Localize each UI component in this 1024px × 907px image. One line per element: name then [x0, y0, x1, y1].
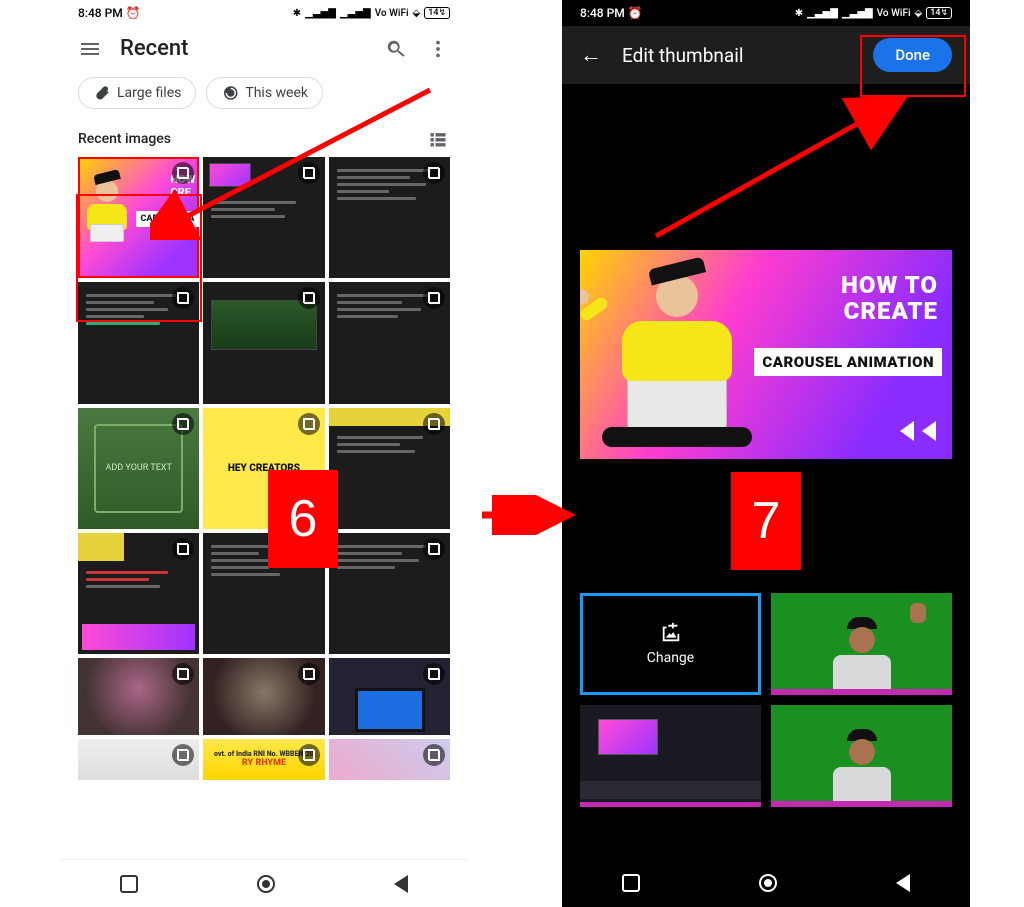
page-title: Edit thumbnail — [622, 44, 853, 67]
change-label: Change — [647, 650, 694, 666]
alarm-icon: ⏰ — [628, 6, 643, 20]
image-tile[interactable]: ovt. of India RNI No. WBBEN/20 RY RHYME — [203, 739, 324, 779]
step-badge: 7 — [731, 472, 801, 570]
change-thumbnail-button[interactable]: Change — [580, 593, 761, 695]
chip-label: Large files — [117, 85, 181, 101]
status-right: ✱ ▁▃▅▇ ▁▃▅▇ Vo WiFi ⬙ 14↯ — [293, 7, 450, 19]
image-tile[interactable]: ADD YOUR TEXT — [78, 408, 199, 529]
thumbnail-preview-wrap: HOW TO CREATE CAROUSEL ANIMATION — [562, 240, 970, 469]
expand-icon[interactable] — [298, 162, 320, 184]
chip-label: This week — [245, 85, 308, 101]
wifi-icon: ⬙ — [413, 8, 421, 19]
thumbnail-option[interactable] — [771, 705, 952, 807]
nav-recents-icon[interactable] — [120, 875, 138, 893]
thumbnail-option[interactable] — [580, 705, 761, 807]
thumbnail-options: Change — [562, 579, 970, 821]
image-tile[interactable] — [329, 157, 450, 278]
alarm-icon: ⏰ — [126, 6, 141, 20]
image-tile[interactable] — [78, 533, 199, 654]
thumb-band: CAROUSEL A — [136, 211, 200, 227]
bluetooth-icon: ✱ — [293, 8, 301, 19]
battery-level: 14↯ — [424, 7, 450, 19]
tile-text: RY RHYME — [242, 758, 286, 768]
page-title: Recent — [120, 36, 366, 61]
expand-icon[interactable] — [298, 287, 320, 309]
image-tile[interactable] — [329, 533, 450, 654]
section-title: Recent images — [78, 131, 171, 147]
vowifi-label: Vo WiFi — [877, 8, 911, 19]
image-tile[interactable] — [78, 282, 199, 403]
image-tile[interactable] — [203, 282, 324, 403]
nav-home-icon[interactable] — [257, 875, 275, 893]
wifi-icon: ⬙ — [915, 8, 923, 19]
image-tile[interactable] — [329, 658, 450, 735]
image-grid: HOW CRE CAROUSEL A ADD YOUR TEXT — [60, 157, 468, 654]
signal-icon: ▁▃▅▇ — [340, 8, 371, 19]
expand-icon[interactable] — [172, 744, 194, 766]
image-tile[interactable] — [329, 282, 450, 403]
preview-headline: HOW TO CREATE — [841, 272, 938, 325]
filter-chips: Large files This week — [60, 71, 468, 119]
section-header: Recent images — [60, 119, 468, 157]
nav-bar — [562, 859, 970, 907]
edit-header: ← Edit thumbnail Done — [562, 26, 970, 84]
expand-icon[interactable] — [172, 663, 194, 685]
file-picker-screen: 8:48 PM ⏰ ✱ ▁▃▅▇ ▁▃▅▇ Vo WiFi ⬙ 14↯ Rece… — [60, 0, 468, 907]
preview-arrows-icon — [900, 421, 936, 441]
expand-icon[interactable] — [423, 744, 445, 766]
nav-back-icon[interactable] — [394, 875, 408, 893]
image-tile[interactable] — [203, 658, 324, 735]
battery-level: 14↯ — [926, 7, 952, 19]
expand-icon[interactable] — [298, 663, 320, 685]
image-tile[interactable] — [203, 157, 324, 278]
image-grid-row: ovt. of India RNI No. WBBEN/20 RY RHYME — [60, 739, 468, 779]
expand-icon[interactable] — [172, 413, 194, 435]
menu-icon[interactable] — [78, 37, 102, 61]
search-icon[interactable] — [384, 37, 408, 61]
annotation-arrow — [476, 495, 576, 535]
status-time: 8:48 PM — [580, 6, 625, 20]
signal-icon: ▁▃▅▇ — [842, 8, 873, 19]
thumbnail-preview: HOW TO CREATE CAROUSEL ANIMATION — [580, 250, 952, 459]
expand-icon[interactable] — [298, 744, 320, 766]
done-button[interactable]: Done — [873, 38, 952, 72]
nav-back-icon[interactable] — [896, 874, 910, 892]
image-tile[interactable] — [329, 408, 450, 529]
edit-thumbnail-screen: 8:48 PM ⏰ ✱ ▁▃▅▇ ▁▃▅▇ Vo WiFi ⬙ 14↯ ← Ed… — [562, 0, 970, 907]
bluetooth-icon: ✱ — [795, 8, 803, 19]
status-bar: 8:48 PM ⏰ ✱ ▁▃▅▇ ▁▃▅▇ Vo WiFi ⬙ 14↯ — [562, 0, 970, 26]
step-badge: 6 — [268, 470, 338, 568]
status-right: ✱ ▁▃▅▇ ▁▃▅▇ Vo WiFi ⬙ 14↯ — [795, 7, 952, 19]
thumbnail-option[interactable] — [771, 593, 952, 695]
image-tile[interactable] — [78, 658, 199, 735]
chip-this-week[interactable]: This week — [206, 77, 323, 109]
back-icon[interactable]: ← — [580, 42, 602, 68]
overflow-icon[interactable] — [426, 37, 450, 61]
image-tile[interactable] — [78, 739, 199, 779]
vowifi-label: Vo WiFi — [375, 8, 409, 19]
expand-icon[interactable] — [423, 538, 445, 560]
status-time: 8:48 PM — [78, 6, 123, 20]
chip-large-files[interactable]: Large files — [78, 77, 196, 109]
expand-icon[interactable] — [298, 413, 320, 435]
expand-icon[interactable] — [423, 413, 445, 435]
preview-subband: CAROUSEL ANIMATION — [754, 348, 942, 376]
signal-icon: ▁▃▅▇ — [305, 8, 336, 19]
image-tile[interactable]: HOW CRE CAROUSEL A — [78, 157, 199, 278]
image-grid-row — [60, 658, 468, 735]
expand-icon[interactable] — [423, 663, 445, 685]
status-bar: 8:48 PM ⏰ ✱ ▁▃▅▇ ▁▃▅▇ Vo WiFi ⬙ 14↯ — [60, 0, 468, 26]
picker-header: Recent — [60, 26, 468, 71]
image-tile[interactable] — [329, 739, 450, 779]
expand-icon[interactable] — [172, 538, 194, 560]
image-plus-icon — [660, 622, 682, 644]
signal-icon: ▁▃▅▇ — [807, 8, 838, 19]
nav-bar — [60, 859, 468, 907]
nav-home-icon[interactable] — [759, 874, 777, 892]
nav-recents-icon[interactable] — [622, 874, 640, 892]
list-view-icon[interactable] — [426, 127, 450, 151]
expand-icon[interactable] — [423, 162, 445, 184]
